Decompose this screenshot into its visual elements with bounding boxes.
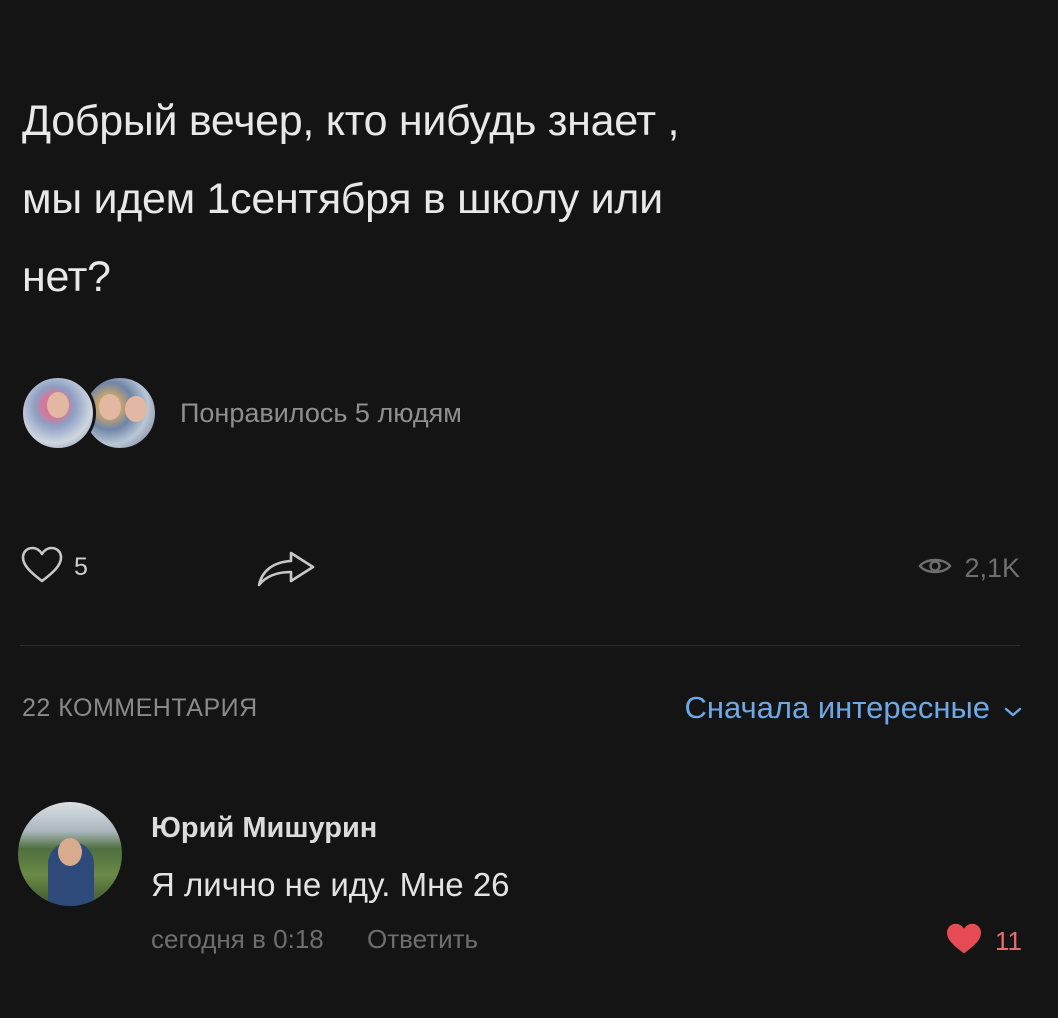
share-arrow-icon (255, 551, 317, 593)
comment-text: Я лично не иду. Мне 26 (151, 866, 510, 903)
views-counter: 2,1K (918, 553, 1020, 584)
liked-by-text[interactable]: Понравилось 5 людям (180, 398, 462, 429)
post-text-line: мы идем 1сентября в школу или (22, 175, 663, 223)
heart-outline-icon (20, 545, 64, 590)
share-button[interactable] (255, 549, 317, 594)
comment-time: сегодня в 0:18 (151, 924, 324, 954)
chevron-down-icon (1004, 690, 1022, 726)
comment-author[interactable]: Юрий Мишурин (151, 812, 377, 845)
divider (20, 645, 1020, 646)
post-actions: 5 2,1K (20, 545, 1020, 601)
heart-filled-icon (945, 922, 983, 961)
like-count: 5 (74, 553, 88, 581)
liker-avatar[interactable] (20, 375, 96, 451)
sort-comments-button[interactable]: Сначала интересные (684, 690, 1022, 726)
views-count: 2,1K (964, 553, 1020, 583)
comments-count: 22 КОММЕНТАРИЯ (22, 694, 258, 722)
comment-like-button[interactable]: 11 (945, 922, 1022, 961)
like-button[interactable]: 5 (20, 545, 88, 590)
comments-header: 22 КОММЕНТАРИЯ Сначала интересные (22, 690, 1022, 730)
comment-meta: сегодня в 0:18 Ответить (151, 924, 478, 955)
reply-button[interactable]: Ответить (367, 924, 478, 954)
comment-like-count: 11 (995, 926, 1022, 956)
eye-icon (918, 555, 952, 582)
commenter-avatar[interactable] (18, 802, 122, 906)
post-text-line: нет? (22, 253, 111, 301)
post-text: Добрый вечер, кто нибудь знает , мы идем… (22, 82, 1022, 316)
sort-label: Сначала интересные (684, 690, 990, 725)
liked-by-row[interactable]: Понравилось 5 людям (20, 372, 462, 454)
post-text-line: Добрый вечер, кто нибудь знает , (22, 97, 680, 145)
